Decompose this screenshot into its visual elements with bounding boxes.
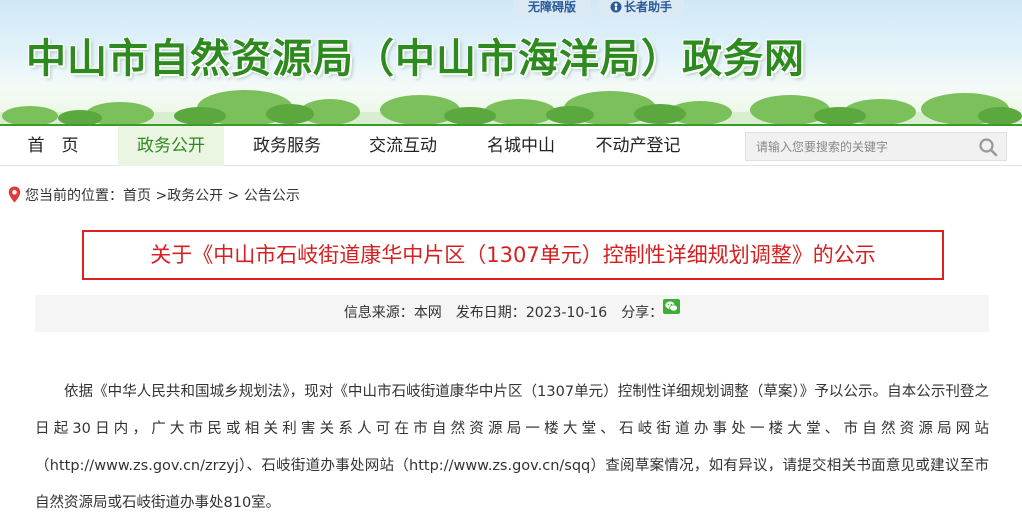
elder-mode-label: 长者助手 xyxy=(623,0,672,14)
breadcrumb-current-link[interactable]: 公告公示 xyxy=(244,185,300,205)
article-body: 依据《中华人民共和国城乡规划法》，现对《中山市石岐街道康华中片区（1307单元）… xyxy=(35,374,989,522)
wechat-share-icon[interactable] xyxy=(663,299,681,314)
header-banner: 无障碍版 长者助手 中山市自然资源局（中山市海洋局）政务网 xyxy=(0,0,1022,124)
article-paragraph: 依据《中华人民共和国城乡规划法》，现对《中山市石岐街道康华中片区（1307单元）… xyxy=(35,384,989,511)
elder-icon xyxy=(610,1,622,13)
tree-line-decoration xyxy=(0,90,1022,124)
site-title: 中山市自然资源局（中山市海洋局）政务网 xyxy=(26,36,805,82)
date-label: 发布日期： xyxy=(455,305,526,321)
share-label: 分享： xyxy=(621,305,664,321)
nav-item-government-services[interactable]: 政务服务 xyxy=(234,126,340,166)
breadcrumb-separator: > xyxy=(151,188,168,204)
main-nav: 首 页 政务公开 政务服务 交流互动 名城中山 不动产登记 xyxy=(0,124,1022,166)
nav-item-home[interactable]: 首 页 xyxy=(0,126,106,166)
publish-date: 2023-10-16 xyxy=(525,305,608,321)
nav-item-interaction[interactable]: 交流互动 xyxy=(350,126,456,166)
accessibility-label: 无障碍版 xyxy=(527,0,576,14)
nav-item-famous-city[interactable]: 名城中山 xyxy=(468,126,574,166)
breadcrumb-section-link[interactable]: 政务公开 xyxy=(167,185,223,205)
nav-item-real-estate-registration[interactable]: 不动产登记 xyxy=(582,126,694,166)
elder-mode-button[interactable]: 长者助手 xyxy=(598,0,684,18)
search-box xyxy=(745,132,1007,161)
source-value: 本网 xyxy=(413,305,442,321)
article-title: 关于《中山市石岐街道康华中片区（1307单元）控制性详细规划调整》的公示 xyxy=(82,230,944,280)
breadcrumb: 您当前的位置：首页 >政务公开 > 公告公示 xyxy=(8,185,300,205)
article-meta: 信息来源：本网 发布日期：2023-10-16 分享： xyxy=(35,295,989,332)
source-label: 信息来源： xyxy=(343,305,414,321)
search-input[interactable] xyxy=(746,133,971,160)
breadcrumb-home-link[interactable]: 首页 xyxy=(123,185,151,205)
search-icon[interactable] xyxy=(978,137,998,157)
nav-item-government-affairs[interactable]: 政务公开 xyxy=(118,126,224,166)
location-pin-icon xyxy=(8,186,21,203)
breadcrumb-prefix: 您当前的位置： xyxy=(25,188,123,204)
breadcrumb-separator: > xyxy=(223,188,244,204)
accessibility-button[interactable]: 无障碍版 xyxy=(513,0,591,18)
